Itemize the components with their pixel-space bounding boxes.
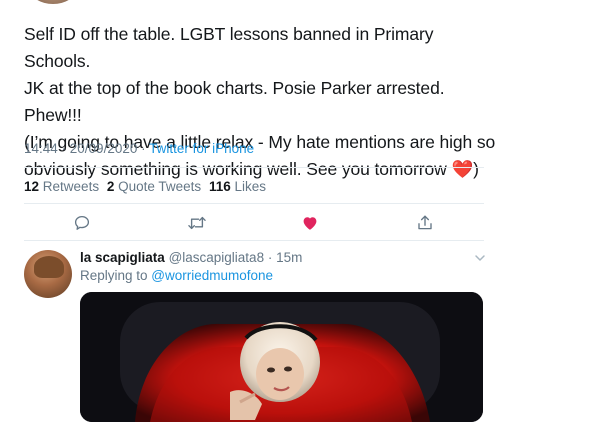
meta-separator: · [137, 141, 150, 156]
tweet-line-2: JK at the top of the book charts. Posie … [24, 78, 445, 125]
tweet-line-1: Self ID off the table. LGBT lessons bann… [24, 24, 434, 71]
share-icon [418, 215, 432, 230]
reply-author-name[interactable]: la scapigliata [80, 250, 165, 265]
heart-emoji: ❤️ [451, 159, 474, 179]
retweets-count: 12 [24, 179, 40, 194]
author-avatar[interactable] [30, 0, 76, 4]
quote-tweets-label: Quote Tweets [118, 179, 202, 194]
retweet-button[interactable] [186, 212, 208, 234]
share-button[interactable] [414, 212, 436, 234]
avatar-portrait [34, 256, 64, 278]
tweet-text: Self ID off the table. LGBT lessons bann… [24, 21, 504, 183]
like-icon [303, 217, 317, 230]
media-image [80, 292, 483, 422]
divider [24, 240, 484, 241]
likes-stat[interactable]: 116 Likes [209, 179, 266, 194]
reply-dot: · [264, 250, 277, 265]
reply-media-gif[interactable] [80, 292, 483, 422]
reply-button[interactable] [71, 212, 93, 234]
tweet-meta: 14:44 · 20/09/2020 · Twitter for iPhone [24, 141, 254, 156]
tweet-source-link[interactable]: Twitter for iPhone [149, 141, 254, 156]
replying-to: Replying to @worriedmumofone [80, 268, 273, 283]
tweet-line-4-text: obviously something is working well. See… [24, 159, 452, 179]
retweets-stat[interactable]: 12 Retweets [24, 179, 99, 194]
replying-to-label: Replying to [80, 268, 152, 283]
retweets-label: Retweets [42, 179, 100, 194]
quote-tweets-stat[interactable]: 2 Quote Tweets [107, 179, 201, 194]
likes-label: Likes [234, 179, 267, 194]
reply-author-handle[interactable]: @lascapigliata8 [169, 250, 265, 265]
tweet-stats: 12 Retweets 2 Quote Tweets 116 Likes [24, 179, 266, 194]
tweet-closing: ) [473, 159, 479, 179]
reply-icon [74, 215, 90, 230]
like-button[interactable] [299, 212, 321, 234]
reply-author-avatar[interactable] [24, 250, 72, 298]
likes-count: 116 [208, 179, 231, 194]
reply-time[interactable]: 15m [276, 250, 302, 265]
retweet-icon [188, 216, 206, 230]
more-options-button[interactable] [474, 251, 486, 269]
chevron-down-icon [475, 255, 485, 261]
tweet-timestamp[interactable]: 14:44 · 20/09/2020 [24, 141, 137, 156]
action-bar [0, 212, 600, 234]
quote-tweets-count: 2 [106, 179, 115, 194]
reply-header: la scapigliata @lascapigliata8 · 15m [80, 250, 302, 265]
replying-to-mention[interactable]: @worriedmumofone [151, 268, 273, 283]
divider [24, 167, 484, 168]
divider [24, 203, 484, 204]
